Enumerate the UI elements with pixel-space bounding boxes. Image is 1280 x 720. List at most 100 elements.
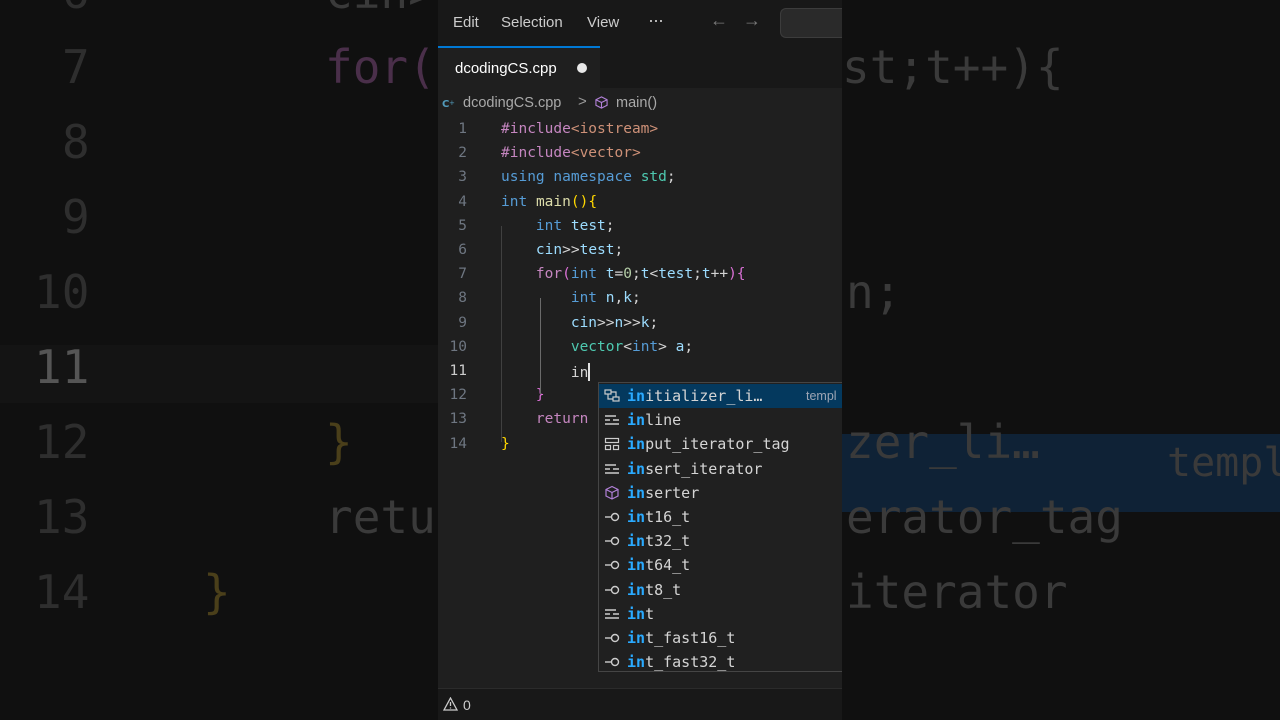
suggestion-rest: serter <box>645 483 700 502</box>
warning-icon[interactable] <box>443 697 458 711</box>
suggestion-item[interactable]: int_fast16_t <box>599 626 842 650</box>
code-token: std <box>640 169 667 186</box>
line-number: 8 <box>458 290 467 307</box>
suggestion-label: int_fast32_t <box>627 653 735 671</box>
code-line[interactable]: 3 using namespace std; <box>438 166 842 190</box>
code-line[interactable]: 10 vector<int> a; <box>438 336 842 360</box>
suggestion-label: int8_t <box>627 581 681 599</box>
template-icon <box>604 388 621 404</box>
bg-line-number: 12 <box>34 415 90 469</box>
suggestion-match: in <box>627 653 646 672</box>
code-token: () <box>570 193 589 210</box>
code-token: test <box>658 266 694 283</box>
suggestion-item[interactable]: inserter <box>599 481 842 505</box>
arrow-left-icon[interactable]: ← <box>710 10 728 31</box>
code-line[interactable]: 8 int n,k; <box>438 287 842 311</box>
suggestion-item[interactable]: int8_t <box>599 578 842 602</box>
warning-count[interactable]: 0 <box>463 697 471 713</box>
suggestion-item[interactable]: int <box>599 602 842 626</box>
code-token: test <box>579 242 615 258</box>
suggestion-item[interactable]: int64_t <box>599 553 842 577</box>
method-icon <box>604 485 621 501</box>
code-token: ; <box>632 266 641 283</box>
line-number: 11 <box>449 363 467 379</box>
suggestion-item[interactable]: input_iterator_tag <box>599 432 842 456</box>
code-token: >> <box>623 314 641 331</box>
suggestion-item[interactable]: inline <box>599 408 842 432</box>
line-number: 5 <box>458 217 467 234</box>
code-text: } <box>501 436 510 452</box>
arrow-right-icon[interactable]: → <box>743 10 761 31</box>
menu-more[interactable]: ··· <box>648 10 664 31</box>
code-line[interactable]: 6 cin>>test; <box>438 239 842 263</box>
bg-code-fragment: } <box>203 565 231 619</box>
line-number: 2 <box>458 145 467 162</box>
typedef-icon <box>604 654 621 670</box>
suggestion-label: inline <box>627 411 681 429</box>
suggestion-label: initializer_li… <box>627 387 762 405</box>
menu-edit[interactable]: Edit <box>453 14 479 31</box>
code-token: ++ <box>710 266 729 283</box>
code-token: 0 <box>623 266 632 283</box>
suggestion-item[interactable]: int_fast32_t <box>599 650 842 674</box>
suggestion-match: in <box>627 411 646 430</box>
background-zoom-right: st;t++){n; zer_li… erator_tag iterator templ <box>842 0 1280 720</box>
suggest-widget[interactable]: initializer_li… templinline input_iterator… <box>598 382 842 672</box>
suggestion-match: in <box>627 387 646 405</box>
code-token: ; <box>684 338 694 355</box>
breadcrumb-file[interactable]: dcodingCS.cpp <box>463 95 561 111</box>
code-line[interactable]: 4 int main(){ <box>438 191 842 215</box>
keyword-icon <box>604 412 621 428</box>
struct-icon <box>604 436 621 452</box>
code-line[interactable]: 11 in <box>438 360 842 384</box>
bg-code-fragment: n; <box>846 265 902 319</box>
bg-line-number: 11 <box>34 340 90 394</box>
suggestion-match: in <box>627 629 646 647</box>
bg-code-fragment: erator_tag <box>846 490 1123 544</box>
suggestion-item[interactable]: insert_iterator <box>599 457 842 481</box>
menu-selection[interactable]: Selection <box>501 14 563 31</box>
suggestion-rest: t64_t <box>645 556 691 575</box>
code-line[interactable]: 7 for(int t=0;t<test;t++){ <box>438 263 842 287</box>
suggestion-item[interactable]: int32_t <box>599 529 842 553</box>
code-token: < <box>623 338 632 355</box>
code-text: int test; <box>501 218 615 234</box>
suggestion-match: in <box>627 532 646 551</box>
code-line[interactable]: 5 int test; <box>438 215 842 239</box>
bg-line-number: 10 <box>34 265 90 319</box>
code-token: int <box>631 338 659 355</box>
suggestion-rest: t8_t <box>645 580 682 599</box>
suggestion-item[interactable]: initializer_li… templ <box>599 384 842 408</box>
code-token: ; <box>631 290 641 307</box>
code-line[interactable]: 2 #include<vector> <box>438 142 842 166</box>
code-line[interactable]: 9 cin>>n>>k; <box>438 312 842 336</box>
menu-view[interactable]: View <box>587 14 619 31</box>
line-number: 1 <box>458 121 467 137</box>
suggestion-label: input_iterator_tag <box>627 435 790 453</box>
code-token: int <box>535 217 563 234</box>
command-center-search[interactable] <box>780 8 842 38</box>
bg-code-fragment: retu <box>325 490 436 544</box>
suggestion-match: in <box>627 604 646 623</box>
code-line[interactable]: 1 #include<iostream> <box>438 118 842 142</box>
code-text: cin>>n>>k; <box>501 315 658 331</box>
code-text: in <box>501 363 591 381</box>
code-token: ( <box>562 266 571 283</box>
suggestion-item[interactable]: int16_t <box>599 505 842 529</box>
breadcrumb-symbol[interactable]: main() <box>616 95 657 111</box>
bg-line-number: 14 <box>34 565 90 619</box>
tab-dcodingcs[interactable]: dcodingCS.cpp <box>438 46 600 88</box>
line-number: 4 <box>458 193 467 210</box>
indent-guide <box>501 226 502 442</box>
typedef-icon <box>604 582 621 598</box>
code-token: namespace <box>553 169 632 186</box>
code-token: in <box>570 365 589 381</box>
menu-bar: Edit Selection View ··· ← → <box>438 0 842 46</box>
keyword-icon <box>604 606 621 622</box>
unsaved-dot-icon[interactable] <box>577 63 587 73</box>
